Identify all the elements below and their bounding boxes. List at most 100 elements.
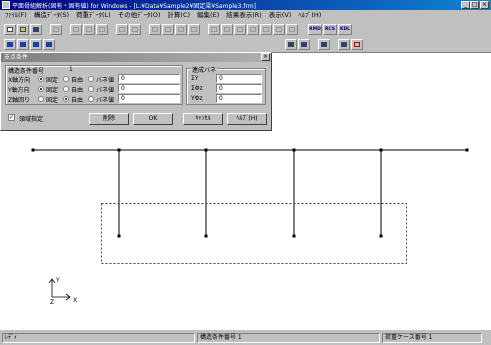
member-icon[interactable] [83, 24, 95, 35]
frame-view-icon[interactable] [318, 39, 330, 50]
x-fixed-radio[interactable] [38, 76, 44, 82]
save-file-icon[interactable] [30, 24, 42, 35]
menu-file[interactable]: ﾌｧｲﾙ(F) [5, 10, 27, 21]
menu-load-data[interactable]: 荷重ﾃﾞｰﾀ(L) [76, 10, 111, 21]
x-spring-radio[interactable] [88, 76, 94, 82]
spring-sphiz-input[interactable]: 0 [216, 84, 262, 93]
load-point-icon[interactable] [149, 24, 161, 35]
axial-diagram-icon[interactable] [260, 24, 272, 35]
node-point [117, 234, 121, 238]
toolbar-row-2 [0, 37, 491, 52]
arrow-right-icon[interactable] [43, 39, 55, 50]
z-spring-input[interactable]: 0 [118, 94, 180, 103]
support-condition-dialog: 支点条件 × 構造条件番号 1 X軸方向 固定 自由 バネ値 0 Y軸方向 固定… [0, 52, 272, 131]
y-fixed-label: 固定 [46, 87, 59, 94]
window-title: 平面骨組解析(固有・固有値) for Windows - [L:¥Data¥Sa… [12, 3, 257, 10]
z-axis-label: Z軸回り [8, 97, 31, 104]
menu-view[interactable]: 表示(V) [269, 10, 292, 21]
z-spring-radio[interactable] [88, 96, 94, 102]
coupled-spring-title: 連成バネ [191, 65, 218, 74]
x-spring-label: バネ値 [96, 77, 115, 84]
node-icon[interactable] [70, 24, 82, 35]
support-icon[interactable] [96, 24, 108, 35]
spring-sy-input[interactable]: 0 [216, 74, 262, 83]
node-point [117, 148, 121, 152]
cancel-button[interactable]: ｷｬﾝｾﾙ [183, 113, 223, 125]
mode-icon[interactable] [286, 24, 298, 35]
z-free-label: 自由 [71, 97, 84, 104]
y-free-radio[interactable] [63, 86, 69, 92]
section-icon[interactable] [116, 24, 128, 35]
calc-icon[interactable] [208, 24, 220, 35]
menu-help[interactable]: ﾍﾙﾌﾟ(H) [298, 10, 321, 21]
z-fixed-radio[interactable] [38, 96, 44, 102]
delete-button[interactable]: 削除 [89, 113, 129, 125]
ok-button[interactable]: OK [133, 113, 173, 125]
load-moment-icon[interactable] [175, 24, 187, 35]
dialog-close-button[interactable]: × [261, 53, 270, 61]
menu-bar: ﾌｧｲﾙ(F) 構造ﾃﾞｰﾀ(S) 荷重ﾃﾞｰﾀ(L) その他ﾃﾞｰﾀ(O) 計… [0, 10, 491, 21]
node-point [204, 234, 208, 238]
node-point [292, 234, 296, 238]
y-spring-radio[interactable] [88, 86, 94, 92]
reaction-icon[interactable] [273, 24, 285, 35]
x-free-radio[interactable] [63, 76, 69, 82]
y-spring-input[interactable]: 0 [118, 84, 180, 93]
minimize-button[interactable]: _ [461, 1, 470, 9]
grid-icon[interactable] [285, 39, 297, 50]
rcs-button[interactable]: RCS [323, 24, 337, 35]
status-load-case: 荷重ケース番号 1 [382, 333, 482, 343]
y-spring-label: バネ値 [96, 87, 115, 94]
zoom-fit-icon[interactable] [298, 39, 310, 50]
help-button[interactable]: ﾍﾙﾌﾟ(H) [227, 113, 267, 125]
menu-other-data[interactable]: その他ﾃﾞｰﾀ(O) [118, 10, 161, 21]
y-fixed-radio[interactable] [38, 86, 44, 92]
cond-value: 1 [69, 66, 73, 73]
spring-yphiz-label: YΦz [191, 95, 203, 102]
arrow-down-icon[interactable] [17, 39, 29, 50]
status-bar: ﾚﾃﾞｨ 構造条件番号 1 荷重ケース番号 1 [0, 331, 491, 345]
region-label: 領域指定 [19, 116, 44, 123]
rmd-button[interactable]: RMD [308, 24, 322, 35]
menu-structure-data[interactable]: 構造ﾃﾞｰﾀ(S) [34, 10, 69, 21]
moment-diagram-icon[interactable] [234, 24, 246, 35]
app-icon [2, 1, 10, 9]
arrow-up-icon[interactable] [4, 39, 16, 50]
title-bar: 平面骨組解析(固有・固有値) for Windows - [L:¥Data¥Sa… [0, 0, 491, 10]
load-temp-icon[interactable] [188, 24, 200, 35]
menu-edit[interactable]: 編集(E) [197, 10, 219, 21]
region-checkbox[interactable]: ✓ [8, 114, 15, 121]
z-free-radio[interactable] [63, 96, 69, 102]
deform-icon[interactable] [221, 24, 233, 35]
print-icon[interactable] [50, 24, 62, 35]
x-fixed-label: 固定 [46, 77, 59, 84]
axis-z-label: Z [50, 299, 55, 306]
material-icon[interactable] [129, 24, 141, 35]
cursor-icon[interactable] [338, 39, 350, 50]
selection-region [101, 203, 407, 264]
line-tool-icon[interactable] [351, 39, 363, 50]
new-file-icon[interactable] [4, 24, 16, 35]
arrow-left-icon[interactable] [30, 39, 42, 50]
kdl-button[interactable]: KDL [338, 24, 352, 35]
x-spring-input[interactable]: 0 [118, 74, 180, 83]
toolbar-row-1: RMD RCS KDL [0, 22, 491, 37]
z-fixed-label: 固定 [46, 97, 59, 104]
shear-diagram-icon[interactable] [247, 24, 259, 35]
spring-yphiz-input[interactable]: 0 [216, 94, 262, 103]
node-point [465, 148, 469, 152]
load-dist-icon[interactable] [162, 24, 174, 35]
node-point [379, 234, 383, 238]
open-file-icon[interactable] [17, 24, 29, 35]
dialog-title: 支点条件 [1, 53, 271, 62]
menu-result-display[interactable]: 結果表示(R) [226, 10, 262, 21]
node-point [204, 148, 208, 152]
x-axis-label: X軸方向 [8, 77, 31, 84]
menu-calculate[interactable]: 計算(C) [167, 10, 190, 21]
node-point [292, 148, 296, 152]
x-free-label: 自由 [71, 77, 84, 84]
spring-sy-label: ΣY [191, 75, 199, 82]
close-button[interactable]: × [480, 1, 489, 9]
maximize-button[interactable]: □ [470, 1, 479, 9]
z-spring-label: バネ値 [96, 97, 115, 104]
